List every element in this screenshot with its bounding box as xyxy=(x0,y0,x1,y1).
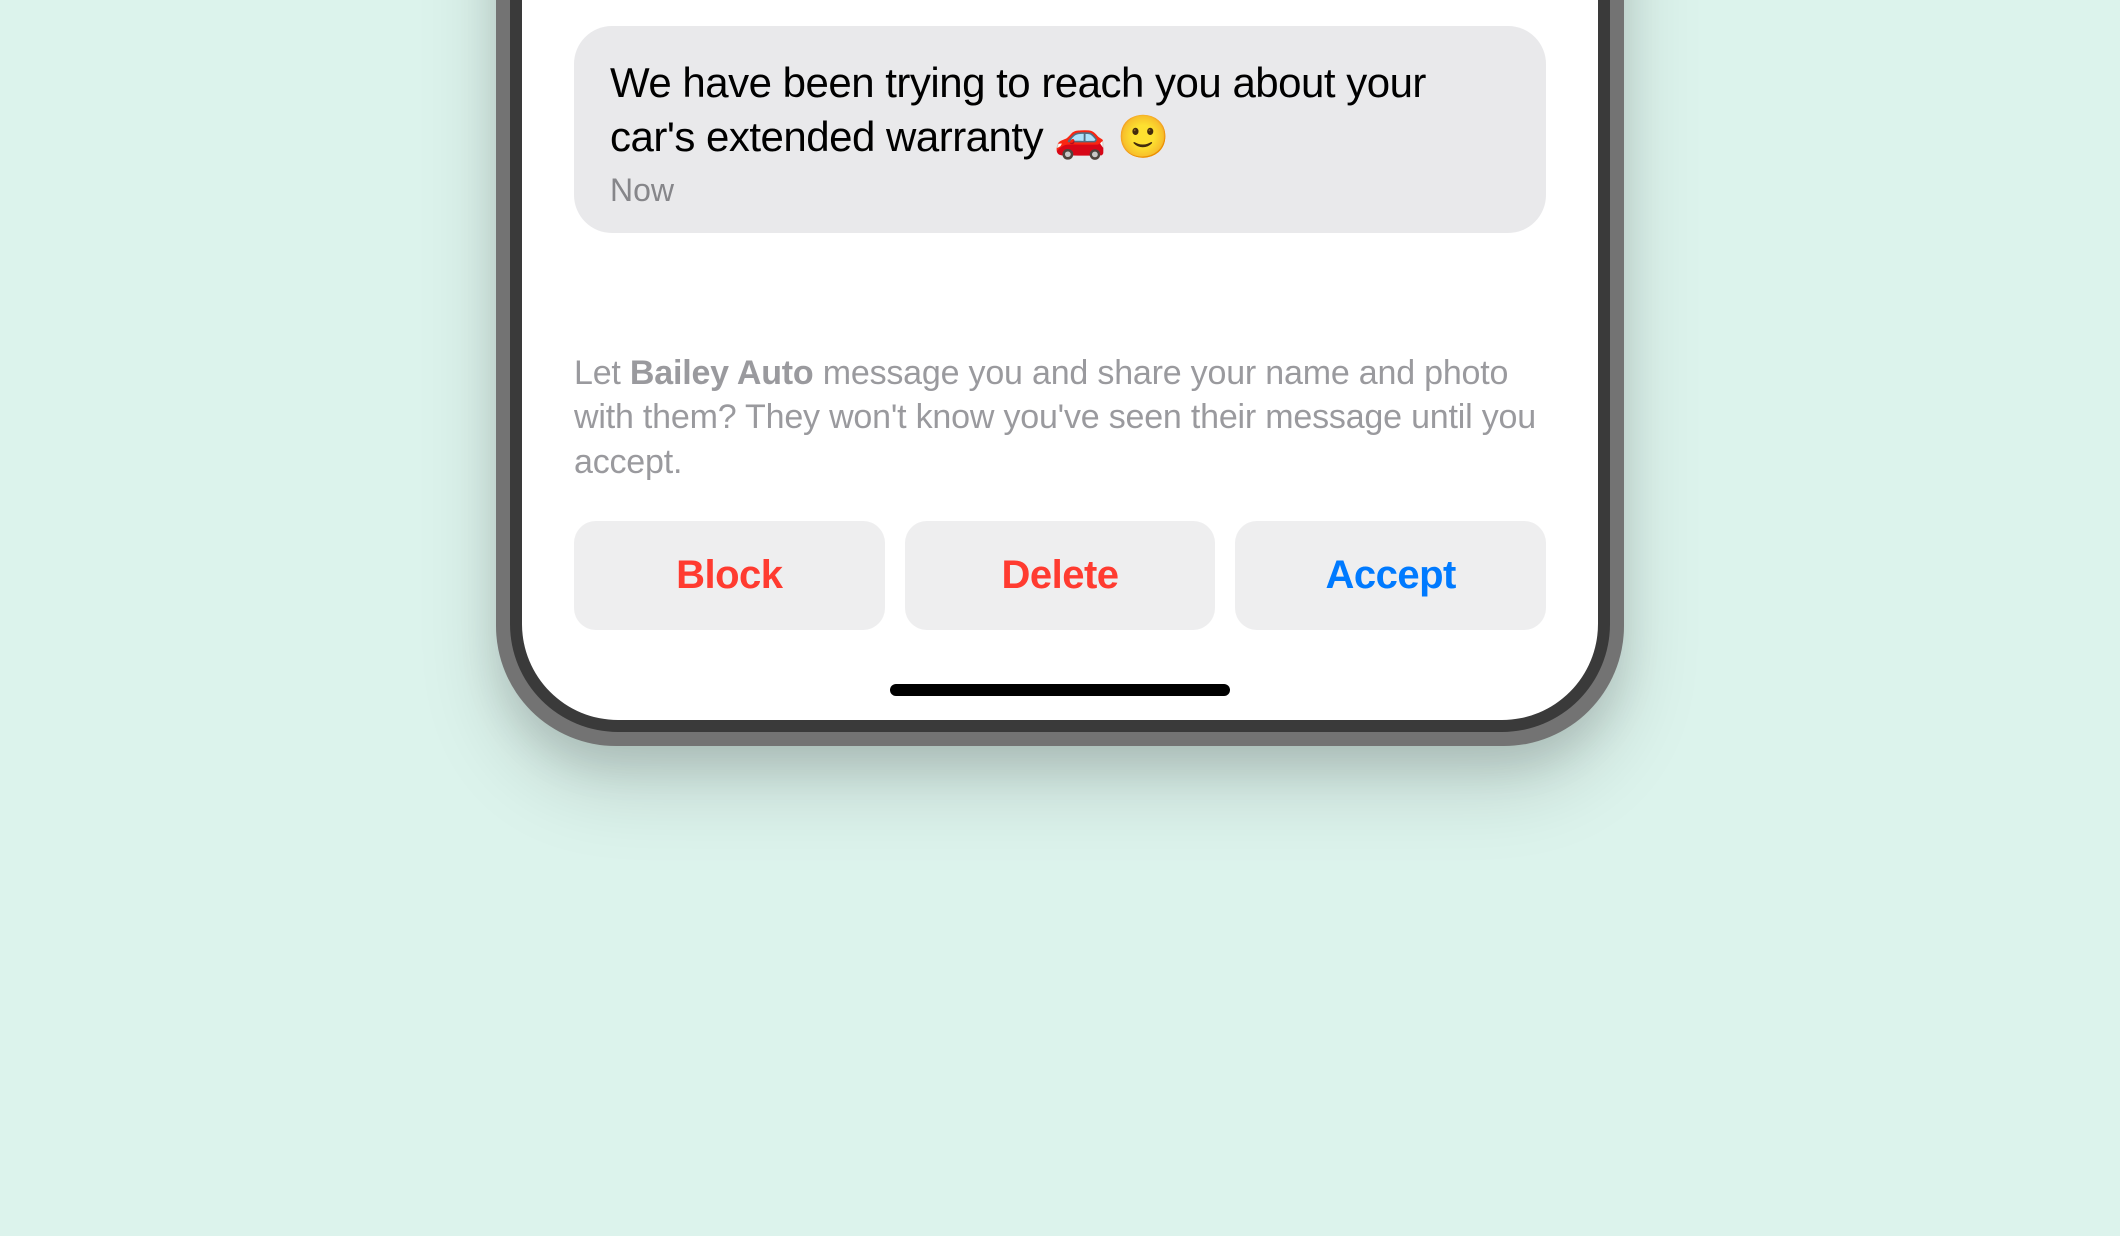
prompt-prefix: Let xyxy=(574,354,630,392)
phone-device-frame: We have been trying to reach you about y… xyxy=(496,0,1624,746)
messages-content: We have been trying to reach you about y… xyxy=(522,26,1598,720)
block-button[interactable]: Block xyxy=(574,521,885,630)
accept-button[interactable]: Accept xyxy=(1235,521,1546,630)
message-text: We have been trying to reach you about y… xyxy=(610,56,1510,164)
delete-button[interactable]: Delete xyxy=(905,521,1216,630)
action-button-row: Block Delete Accept xyxy=(574,521,1546,630)
incoming-message-bubble[interactable]: We have been trying to reach you about y… xyxy=(574,26,1546,233)
unknown-sender-prompt: Let Bailey Auto message you and share yo… xyxy=(574,351,1546,486)
phone-inner-border: We have been trying to reach you about y… xyxy=(510,0,1610,732)
phone-screen: We have been trying to reach you about y… xyxy=(522,0,1598,720)
sender-name: Bailey Auto xyxy=(630,354,814,392)
home-indicator[interactable] xyxy=(890,684,1230,696)
message-timestamp: Now xyxy=(610,172,1510,209)
